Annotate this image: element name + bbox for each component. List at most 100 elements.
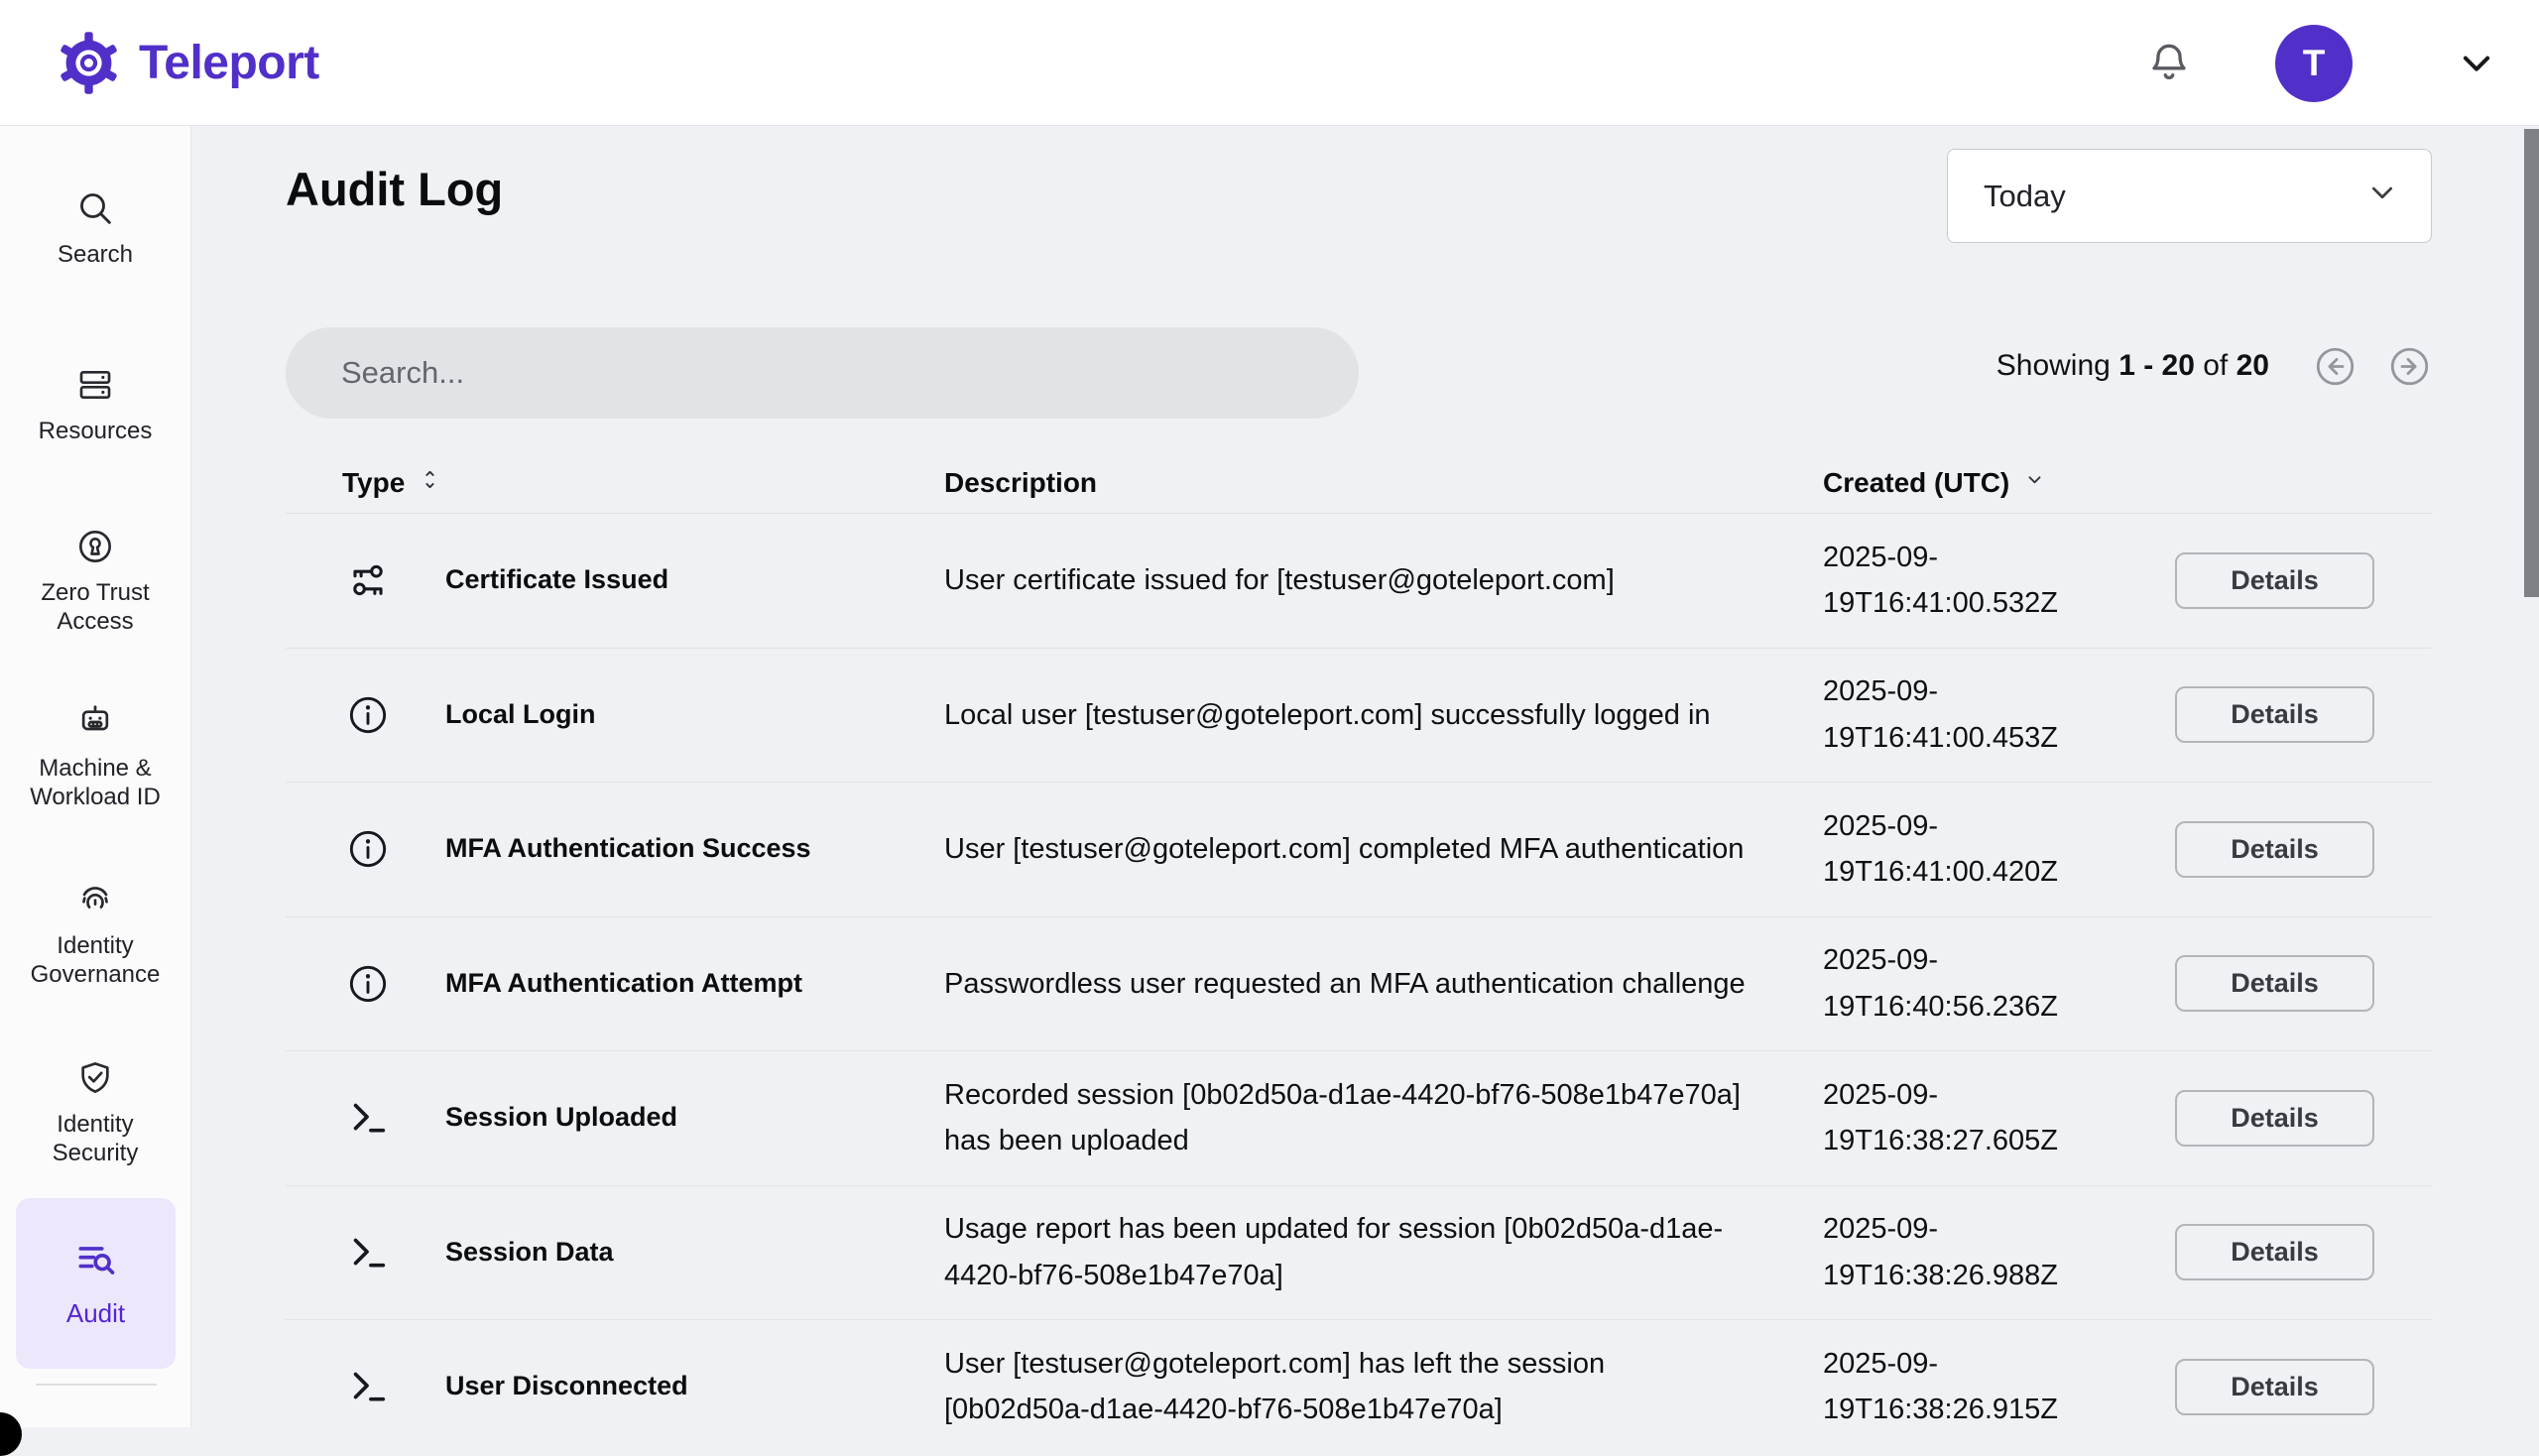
sidebar-item-label: Machine & Workload ID bbox=[20, 755, 171, 812]
sidebar-divider bbox=[36, 1384, 157, 1386]
sidebar-item-zero-trust-access[interactable]: Zero Trust Access bbox=[0, 527, 190, 637]
info-icon bbox=[286, 692, 445, 738]
details-button[interactable]: Details bbox=[2175, 1359, 2374, 1415]
event-type: Local Login bbox=[445, 698, 944, 732]
user-menu-button[interactable] bbox=[2454, 41, 2499, 86]
event-description: User [testuser@goteleport.com] has left … bbox=[944, 1341, 1782, 1427]
table-header: Type Description Created (UTC) bbox=[286, 453, 2432, 514]
identity-security-icon bbox=[75, 1058, 115, 1098]
event-description: Passwordless user requested an MFA authe… bbox=[944, 961, 1782, 1007]
sidebar-item-machine-workload-id[interactable]: Machine & Workload ID bbox=[0, 702, 190, 812]
bell-icon bbox=[2144, 39, 2194, 88]
table-row: Local Login Local user [testuser@gotelep… bbox=[286, 649, 2432, 784]
search-box bbox=[286, 327, 1359, 419]
details-button[interactable]: Details bbox=[2175, 821, 2374, 878]
scrollbar-track[interactable] bbox=[2524, 126, 2539, 1427]
scrollbar-thumb[interactable] bbox=[2524, 129, 2539, 597]
audit-icon bbox=[73, 1237, 119, 1282]
topbar-actions: T bbox=[2144, 0, 2499, 126]
event-type: MFA Authentication Attempt bbox=[445, 967, 944, 1001]
event-description: Usage report has been updated for sessio… bbox=[944, 1206, 1782, 1298]
identity-governance-icon bbox=[75, 880, 115, 919]
event-type: Certificate Issued bbox=[445, 563, 944, 597]
event-description: Local user [testuser@goteleport.com] suc… bbox=[944, 692, 1782, 738]
table-row: Session Uploaded Recorded session [0b02d… bbox=[286, 1051, 2432, 1186]
terminal-icon bbox=[286, 1230, 445, 1275]
table-row: MFA Authentication Attempt Passwordless … bbox=[286, 917, 2432, 1052]
sidebar-item-audit[interactable]: Audit bbox=[16, 1198, 176, 1369]
sidebar-item-label: Search bbox=[58, 241, 133, 270]
terminal-icon bbox=[286, 1364, 445, 1409]
event-created: 2025-09-19T16:38:27.605Z bbox=[1823, 1072, 2099, 1164]
sidebar-item-label: Audit bbox=[66, 1298, 125, 1329]
details-button[interactable]: Details bbox=[2175, 686, 2374, 743]
table-row: MFA Authentication Success User [testuse… bbox=[286, 783, 2432, 917]
column-header-description: Description bbox=[944, 467, 1097, 499]
pagination-total: 20 bbox=[2237, 349, 2269, 382]
info-icon bbox=[286, 826, 445, 872]
details-button[interactable]: Details bbox=[2175, 1224, 2374, 1280]
search-input[interactable] bbox=[286, 327, 1359, 419]
column-header-type[interactable]: Type bbox=[342, 466, 443, 500]
details-button[interactable]: Details bbox=[2175, 955, 2374, 1012]
page-title: Audit Log bbox=[286, 162, 503, 216]
sidebar-item-resources[interactable]: Resources bbox=[0, 365, 190, 446]
sidebar-item-search[interactable]: Search bbox=[0, 188, 190, 270]
arrow-right-circle-icon bbox=[2387, 344, 2432, 389]
sidebar-item-label: Resources bbox=[39, 418, 153, 446]
table-body: Certificate Issued User certificate issu… bbox=[286, 514, 2432, 1427]
machine-workload-id-icon bbox=[75, 702, 115, 742]
terminal-icon bbox=[286, 1095, 445, 1141]
sidebar: Search Resources Zero Trust Access Machi… bbox=[0, 126, 191, 1427]
time-range-value: Today bbox=[1984, 179, 2066, 214]
search-icon bbox=[75, 188, 115, 228]
sidebar-item-label: Identity Governance bbox=[20, 932, 171, 990]
table-row: Certificate Issued User certificate issu… bbox=[286, 514, 2432, 649]
time-range-dropdown[interactable]: Today bbox=[1947, 149, 2432, 243]
event-created: 2025-09-19T16:41:00.532Z bbox=[1823, 535, 2099, 627]
keys-icon bbox=[286, 557, 445, 603]
sidebar-item-label: Identity Security bbox=[20, 1111, 171, 1168]
event-created: 2025-09-19T16:40:56.236Z bbox=[1823, 937, 2099, 1030]
details-button[interactable]: Details bbox=[2175, 552, 2374, 609]
sort-icon bbox=[417, 466, 443, 500]
next-page-button[interactable] bbox=[2387, 344, 2432, 389]
event-type: Session Uploaded bbox=[445, 1101, 944, 1135]
prev-page-button[interactable] bbox=[2313, 344, 2358, 389]
audit-log-table: Type Description Created (UTC) Certifica… bbox=[286, 453, 2432, 1427]
zero-trust-access-icon bbox=[75, 527, 115, 566]
event-description: User [testuser@goteleport.com] completed… bbox=[944, 826, 1782, 872]
chevron-down-icon bbox=[2454, 41, 2499, 86]
pagination-range: 1 - 20 bbox=[2118, 349, 2195, 382]
arrow-left-circle-icon bbox=[2313, 344, 2358, 389]
pagination-status: Showing 1 - 20 of 20 bbox=[1996, 349, 2269, 383]
event-description: User certificate issued for [testuser@go… bbox=[944, 557, 1782, 603]
sidebar-item-identity-security[interactable]: Identity Security bbox=[0, 1058, 190, 1168]
resources-icon bbox=[75, 365, 115, 405]
event-created: 2025-09-19T16:41:00.453Z bbox=[1823, 668, 2099, 761]
main-content: Audit Log Today Showing 1 - 20 of 20 bbox=[191, 126, 2539, 1427]
column-header-created[interactable]: Created (UTC) bbox=[1823, 466, 2048, 500]
info-icon bbox=[286, 961, 445, 1007]
topbar: Teleport T bbox=[0, 0, 2539, 126]
notifications-button[interactable] bbox=[2144, 39, 2194, 88]
brand[interactable]: Teleport bbox=[56, 0, 319, 126]
event-created: 2025-09-19T16:38:26.988Z bbox=[1823, 1206, 2099, 1298]
event-created: 2025-09-19T16:38:26.915Z bbox=[1823, 1341, 2099, 1427]
user-avatar[interactable]: T bbox=[2275, 25, 2353, 102]
event-description: Recorded session [0b02d50a-d1ae-4420-bf7… bbox=[944, 1072, 1782, 1164]
chevron-down-icon bbox=[2363, 174, 2401, 219]
table-row: Session Data Usage report has been updat… bbox=[286, 1186, 2432, 1321]
teleport-logo-icon bbox=[56, 30, 122, 96]
avatar-initial: T bbox=[2303, 43, 2326, 84]
brand-name: Teleport bbox=[139, 36, 319, 90]
details-button[interactable]: Details bbox=[2175, 1090, 2374, 1147]
sidebar-item-identity-governance[interactable]: Identity Governance bbox=[0, 880, 190, 990]
pagination: Showing 1 - 20 of 20 bbox=[1996, 343, 2432, 389]
event-type: User Disconnected bbox=[445, 1370, 944, 1403]
event-type: Session Data bbox=[445, 1236, 944, 1270]
chevron-down-icon bbox=[2021, 466, 2048, 500]
table-row: User Disconnected User [testuser@gotelep… bbox=[286, 1320, 2432, 1427]
sidebar-item-label: Zero Trust Access bbox=[20, 579, 171, 637]
event-type: MFA Authentication Success bbox=[445, 832, 944, 866]
